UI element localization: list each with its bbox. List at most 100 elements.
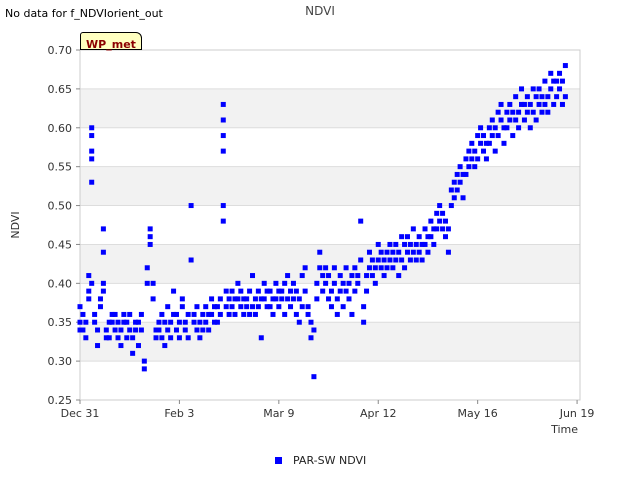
data-point (504, 125, 510, 131)
data-point (133, 327, 139, 333)
data-point (481, 133, 487, 139)
data-point (355, 280, 361, 286)
chart-title: NDVI (305, 4, 335, 18)
data-point (489, 117, 495, 123)
data-point (527, 125, 533, 131)
y-tick-label: 0.50 (48, 200, 73, 213)
data-point (112, 311, 118, 317)
data-point (276, 304, 282, 310)
data-point (296, 319, 302, 325)
data-point (220, 218, 226, 224)
data-point (521, 101, 527, 107)
data-point (197, 335, 203, 341)
data-point (460, 195, 466, 201)
data-point (252, 311, 258, 317)
data-point (369, 273, 375, 279)
x-tick-label: Apr 12 (360, 407, 397, 420)
data-point (542, 78, 548, 84)
data-point (352, 265, 358, 271)
data-point (331, 280, 337, 286)
data-point (290, 296, 296, 302)
data-point (384, 249, 390, 255)
data-point (536, 101, 542, 107)
data-point (80, 327, 86, 333)
data-point (255, 304, 261, 310)
data-point (343, 265, 349, 271)
y-tick-label: 0.30 (48, 355, 73, 368)
data-point (355, 273, 361, 279)
data-point (124, 335, 130, 341)
data-point (498, 117, 504, 123)
data-point (308, 319, 314, 325)
data-point (445, 249, 451, 255)
data-point (197, 319, 203, 325)
data-point (442, 234, 448, 240)
data-point (238, 304, 244, 310)
data-point (217, 296, 223, 302)
x-tick-label: Feb 3 (164, 407, 194, 420)
data-point (130, 335, 136, 341)
data-point (320, 288, 326, 294)
data-point (331, 265, 337, 271)
data-point (428, 234, 434, 240)
data-point (451, 195, 457, 201)
data-point (241, 311, 247, 317)
data-point (454, 187, 460, 193)
data-point (89, 156, 95, 162)
data-point (223, 304, 229, 310)
data-point (469, 140, 475, 146)
data-point (80, 311, 86, 317)
x-tick-label: Jun 19 (559, 407, 595, 420)
data-point (328, 304, 334, 310)
data-point (413, 257, 419, 263)
data-point (396, 249, 402, 255)
data-point (305, 311, 311, 317)
data-point (475, 156, 481, 162)
data-point (127, 311, 133, 317)
grid-band (80, 88, 580, 128)
data-point (138, 311, 144, 317)
data-point (165, 327, 171, 333)
data-point (334, 296, 340, 302)
data-point (311, 374, 317, 380)
data-point (463, 171, 469, 177)
x-tick-label: Mar 9 (263, 407, 294, 420)
data-point (77, 304, 83, 310)
data-point (364, 288, 370, 294)
y-tick-label: 0.35 (48, 316, 73, 329)
data-point (247, 311, 253, 317)
data-point (375, 257, 381, 263)
data-point (507, 101, 513, 107)
data-point (109, 319, 115, 325)
data-point (337, 273, 343, 279)
data-point (445, 226, 451, 232)
data-point (171, 288, 177, 294)
data-point (203, 304, 209, 310)
data-point (489, 133, 495, 139)
data-point (147, 241, 153, 247)
data-point (100, 288, 106, 294)
data-point (279, 288, 285, 294)
data-point (156, 319, 162, 325)
data-point (323, 280, 329, 286)
data-point (173, 311, 179, 317)
y-tick-label: 0.70 (48, 44, 73, 57)
data-point (244, 304, 250, 310)
data-point (384, 265, 390, 271)
data-point (106, 335, 112, 341)
data-point (288, 288, 294, 294)
data-point (153, 335, 159, 341)
data-point (159, 311, 165, 317)
data-point (381, 257, 387, 263)
data-point (510, 109, 516, 115)
data-point (302, 265, 308, 271)
data-point (434, 210, 440, 216)
data-point (191, 311, 197, 317)
data-point (548, 86, 554, 92)
data-point (285, 273, 291, 279)
data-point (533, 117, 539, 123)
data-point (516, 109, 522, 115)
data-point (545, 109, 551, 115)
data-point (95, 343, 101, 349)
data-point (328, 288, 334, 294)
